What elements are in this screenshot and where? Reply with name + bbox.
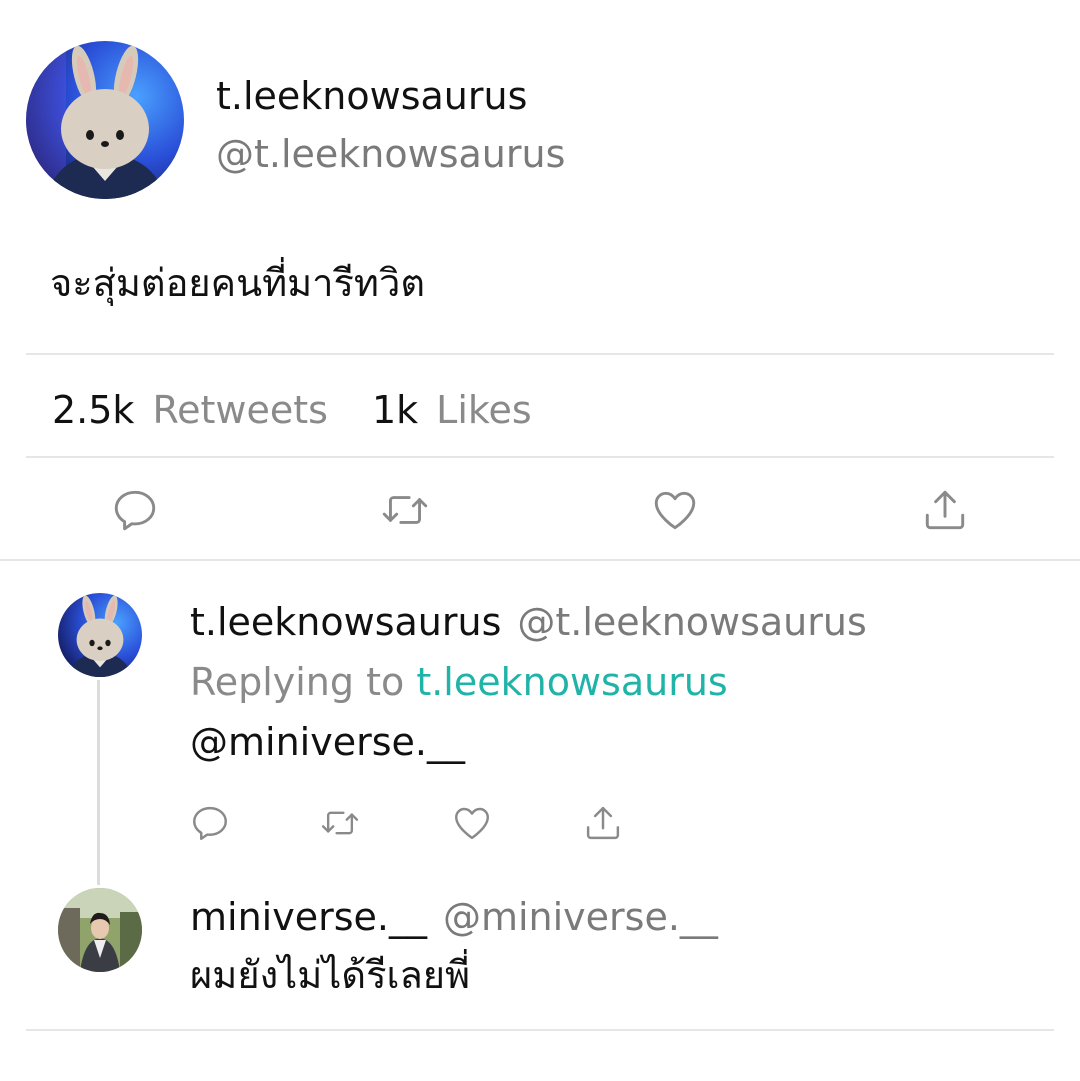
share-icon	[925, 490, 965, 530]
like-icon	[455, 807, 489, 840]
divider	[26, 353, 1054, 355]
reply-text: @miniverse.__	[190, 720, 465, 764]
divider	[0, 559, 1080, 561]
reply-text: ผมยังไม่ได้รีเลยพี่	[190, 953, 471, 997]
reply-button[interactable]	[105, 480, 165, 540]
likes-count[interactable]: 1k	[372, 388, 418, 432]
retweet-icon	[382, 496, 428, 524]
share-button[interactable]	[915, 480, 975, 540]
like-button[interactable]	[645, 480, 705, 540]
display-name[interactable]: t.leeknowsaurus	[190, 600, 501, 644]
person-photo-avatar	[58, 888, 142, 972]
reply-header: miniverse.__ @miniverse.__	[190, 893, 718, 941]
user-handle[interactable]: @t.leeknowsaurus	[216, 130, 565, 178]
avatar[interactable]	[26, 41, 184, 199]
reply-header: t.leeknowsaurus @t.leeknowsaurus	[190, 598, 867, 646]
avatar[interactable]	[58, 593, 142, 677]
replying-to: Replying to t.leeknowsaurus	[190, 658, 728, 706]
replying-to-link[interactable]: t.leeknowsaurus	[416, 660, 727, 704]
likes-label[interactable]: Likes	[436, 388, 532, 432]
tweet-stats: 2.5k Retweets 1k Likes	[52, 386, 532, 434]
like-icon	[654, 491, 696, 530]
bunny-mascot-avatar	[58, 593, 142, 677]
display-name[interactable]: miniverse.__	[190, 895, 427, 939]
display-name[interactable]: t.leeknowsaurus	[216, 72, 527, 120]
retweets-count[interactable]: 2.5k	[52, 388, 134, 432]
retweet-button[interactable]	[375, 480, 435, 540]
like-button[interactable]	[447, 798, 497, 848]
retweet-icon	[321, 811, 359, 835]
divider	[26, 456, 1054, 458]
share-button[interactable]	[578, 798, 628, 848]
user-handle[interactable]: @miniverse.__	[443, 895, 718, 939]
retweets-label[interactable]: Retweets	[152, 388, 328, 432]
user-handle[interactable]: @t.leeknowsaurus	[517, 600, 866, 644]
reply-icon	[114, 490, 156, 531]
divider	[26, 1029, 1054, 1031]
bunny-mascot-avatar	[26, 41, 184, 199]
reply-icon	[193, 806, 227, 840]
share-icon	[586, 806, 620, 840]
reply-button[interactable]	[185, 798, 235, 848]
replying-prefix: Replying to	[190, 660, 405, 704]
tweet-text: จะสุ่มต่อยคนที่มารีทวิต	[50, 261, 425, 305]
thread-line	[97, 680, 100, 885]
avatar[interactable]	[58, 888, 142, 972]
retweet-button[interactable]	[315, 798, 365, 848]
